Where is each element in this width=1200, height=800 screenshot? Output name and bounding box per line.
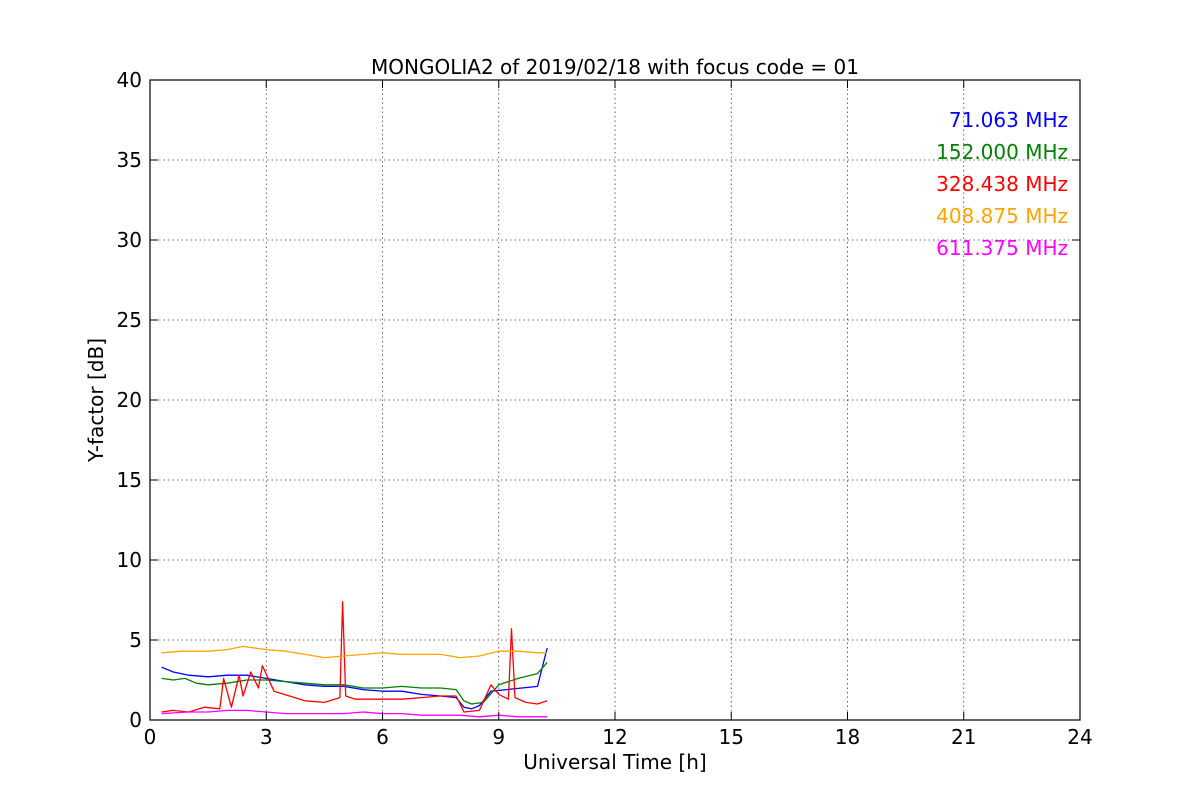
x-tick-label: 18 [835,725,860,749]
x-tick-label: 0 [144,725,157,749]
series-line-0 [161,647,548,710]
legend: 71.063 MHz 152.000 MHz 328.438 MHz 408.875 … [936,108,1068,260]
legend-entry-3: 408.875 MHz [936,204,1068,228]
y-tick-label: 30 [117,228,142,252]
y-tick-label: 35 [117,148,142,172]
x-tick-label: 6 [376,725,389,749]
legend-entry-4: 611.375 MHz [936,236,1068,260]
legend-entry-1: 152.000 MHz [936,140,1068,164]
y-axis-label: Y-factor [dB] [84,338,108,463]
x-axis-label: Universal Time [h] [523,750,706,774]
axis-ticks: 0 3 6 9 12 15 18 21 24 0 5 10 15 20 25 30 35 40 [117,68,1093,749]
x-tick-label: 15 [719,725,744,749]
chart-title: MONGOLIA2 of 2019/02/18 with focus code … [371,55,859,79]
x-tick-label: 9 [492,725,505,749]
series-line-4 [161,709,548,718]
y-tick-label: 0 [129,708,142,732]
plot-series [161,600,548,718]
y-tick-label: 10 [117,548,142,572]
legend-entry-0: 71.063 MHz [949,108,1068,132]
x-tick-label: 24 [1067,725,1092,749]
chart-canvas: MONGOLIA2 of 2019/02/18 with focus code … [84,55,1093,774]
y-tick-label: 25 [117,308,142,332]
x-tick-label: 3 [260,725,273,749]
legend-entry-2: 328.438 MHz [936,172,1068,196]
series-line-3 [161,645,548,659]
x-tick-label: 12 [602,725,627,749]
x-tick-label: 21 [951,725,976,749]
y-tick-label: 20 [117,388,142,412]
y-tick-label: 40 [117,68,142,92]
y-tick-label: 15 [117,468,142,492]
y-tick-label: 5 [129,628,142,652]
series-line-1 [161,661,548,705]
